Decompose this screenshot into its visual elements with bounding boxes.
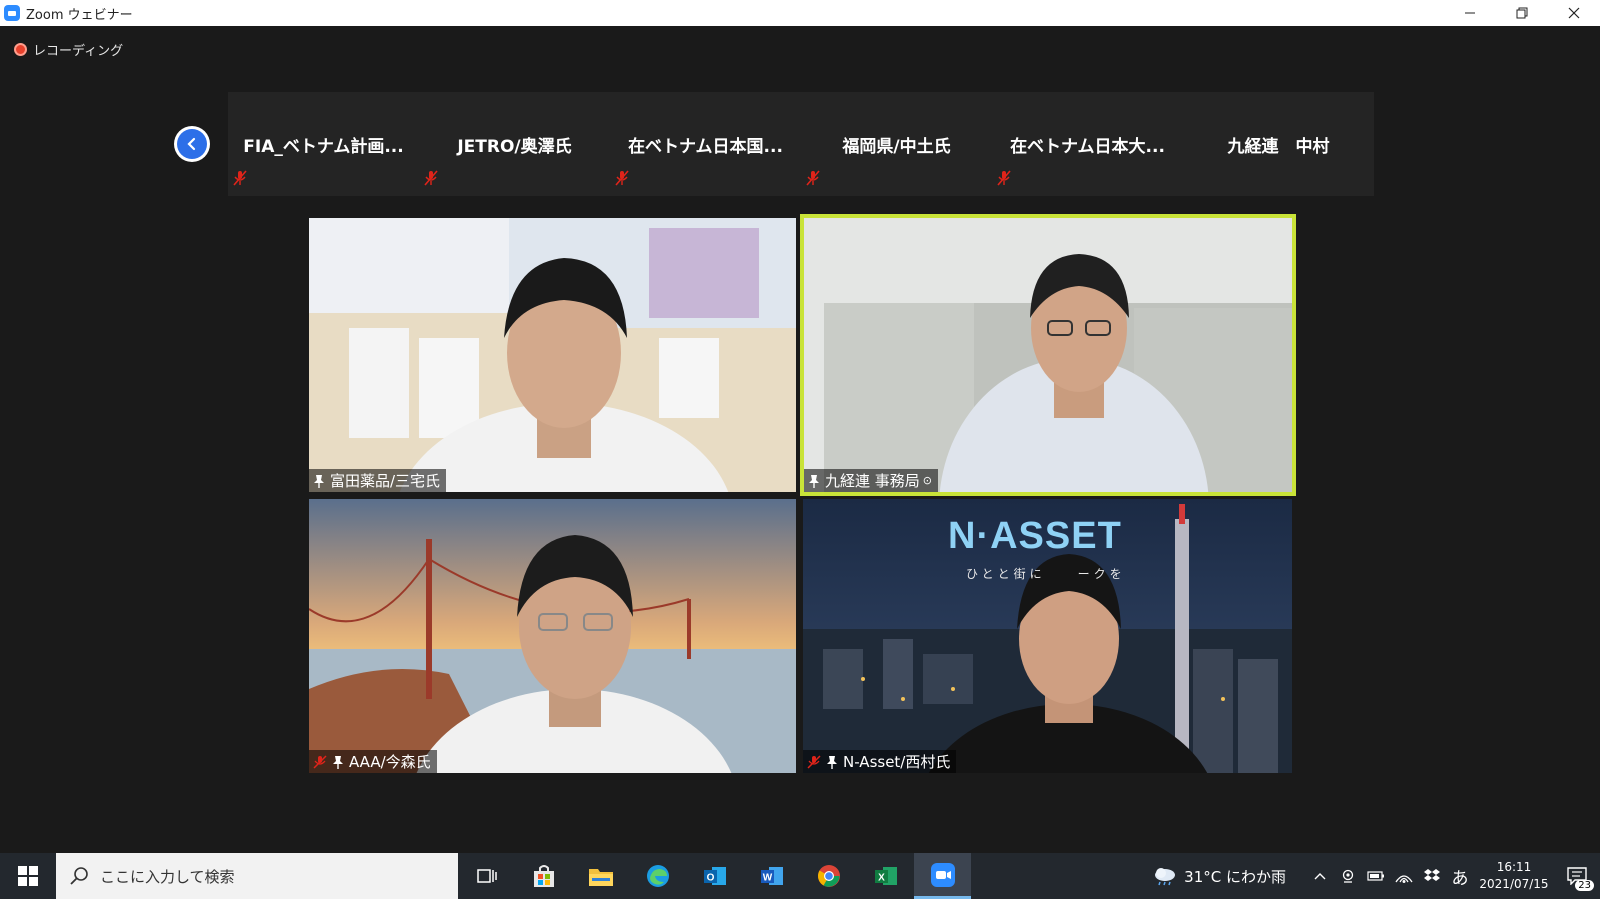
muted-mic-icon — [805, 170, 821, 190]
search-icon — [70, 867, 88, 885]
muted-mic-icon — [313, 754, 327, 769]
svg-text:O: O — [706, 873, 714, 884]
participant-name: AAA/今森氏 — [349, 753, 431, 771]
participant-tile[interactable]: 在ベトナム日本国... — [610, 92, 801, 196]
taskbar-app-edge[interactable] — [629, 853, 686, 899]
muted-mic-icon — [423, 170, 439, 190]
notification-count: 23 — [1575, 880, 1594, 891]
pin-icon — [808, 474, 820, 488]
window-title: Zoom ウェビナー — [26, 7, 133, 23]
zoom-logo-icon — [4, 5, 20, 21]
svg-text:W: W — [762, 873, 772, 884]
clock-date: 2021/07/15 — [1479, 877, 1549, 891]
host-badge-icon: ⊙ — [922, 474, 932, 487]
participant-name: JETRO/奥澤氏 — [457, 137, 572, 157]
folder-icon — [588, 869, 613, 886]
notification-center-button[interactable]: 23 — [1554, 853, 1600, 899]
participant-tile[interactable]: 九経連 中村 — [1183, 92, 1374, 196]
start-button[interactable] — [0, 853, 56, 899]
minimize-icon — [1465, 12, 1475, 14]
edge-icon — [646, 865, 669, 887]
strip-previous-button[interactable] — [174, 126, 210, 162]
video-nametag: 九経連 事務局 ⊙ — [804, 469, 938, 492]
ime-indicator[interactable]: あ — [1446, 853, 1474, 899]
video-nametag: N-Asset/西村氏 — [803, 750, 957, 773]
excel-icon: X — [874, 867, 897, 885]
webcam-icon[interactable] — [1334, 853, 1362, 899]
pin-icon — [826, 755, 838, 769]
pin-icon — [313, 474, 325, 488]
wifi-icon[interactable] — [1390, 853, 1418, 899]
taskbar-app-store[interactable] — [515, 853, 572, 899]
taskbar-app-word[interactable]: W — [743, 853, 800, 899]
close-icon — [1568, 7, 1580, 19]
windows-logo-icon — [18, 866, 38, 886]
taskbar-app-chrome[interactable] — [800, 853, 857, 899]
video-nametag: 富田薬品/三宅氏 — [309, 469, 447, 492]
video-feed — [309, 499, 796, 773]
muted-mic-icon — [232, 170, 248, 190]
recording-label: レコーディング — [33, 44, 124, 59]
restore-button[interactable] — [1496, 0, 1548, 26]
store-icon — [533, 865, 554, 887]
clock-time: 16:11 — [1496, 860, 1532, 874]
taskbar-app-excel[interactable]: X — [857, 853, 914, 899]
clock[interactable]: 16:11 2021/07/15 — [1474, 859, 1554, 893]
chevron-left-icon — [177, 129, 207, 159]
participant-name: N-Asset/西村氏 — [843, 753, 951, 771]
svg-text:X: X — [878, 873, 885, 884]
window-controls — [1444, 0, 1600, 26]
video-tile[interactable]: 富田薬品/三宅氏 — [309, 218, 796, 492]
weather-cloud-rain-icon[interactable] — [1152, 866, 1178, 886]
participant-strip: FIA_ベトナム計画... JETRO/奥澤氏 在ベトナム日本国... 福岡県/… — [228, 92, 1374, 196]
pin-icon — [332, 755, 344, 769]
muted-mic-icon — [614, 170, 630, 190]
participant-name: 在ベトナム日本国... — [628, 137, 783, 157]
restore-icon — [1516, 7, 1528, 19]
battery-icon[interactable] — [1362, 853, 1390, 899]
taskbar-app-outlook[interactable]: O — [686, 853, 743, 899]
taskbar-search-box[interactable]: ここに入力して検索 — [56, 853, 458, 899]
outlook-icon: O — [703, 867, 726, 885]
video-tile[interactable]: AAA/今森氏 — [309, 499, 796, 773]
recording-dot-icon — [14, 43, 27, 56]
close-button[interactable] — [1548, 0, 1600, 26]
muted-mic-icon — [807, 754, 821, 769]
chevron-up-icon[interactable] — [1306, 853, 1334, 899]
participant-tile[interactable]: JETRO/奥澤氏 — [419, 92, 610, 196]
word-icon: W — [760, 867, 783, 885]
windows-taskbar: ここに入力して検索 O W X 31°C にわか雨 あ 16:11 2021/0… — [0, 853, 1600, 899]
background-brand-logo: N·ASSET — [948, 515, 1122, 557]
participant-tile[interactable]: FIA_ベトナム計画... — [228, 92, 419, 196]
taskbar-app-file-explorer[interactable] — [572, 853, 629, 899]
task-view-button[interactable] — [458, 853, 515, 899]
background-tagline: ひとと街に ークを — [966, 567, 1126, 581]
video-tile-active-speaker[interactable]: 九経連 事務局 ⊙ — [800, 214, 1296, 496]
muted-mic-icon — [996, 170, 1012, 190]
chrome-icon — [817, 865, 840, 887]
participant-name: 九経連 中村 — [1227, 137, 1330, 157]
video-tile[interactable]: N·ASSET ひとと街に ークを N-Asset/西村氏 — [803, 499, 1292, 773]
minimize-button[interactable] — [1444, 0, 1496, 26]
participant-tile[interactable]: 福岡県/中土氏 — [801, 92, 992, 196]
participant-name: FIA_ベトナム計画... — [243, 137, 404, 157]
zoom-icon — [930, 862, 955, 887]
title-bar: Zoom ウェビナー — [0, 0, 1600, 26]
participant-name: 九経連 事務局 — [825, 472, 920, 490]
zoom-webinar-window: Zoom ウェビナー レコーディング FIA_ベトナム計画... JETRO/奥… — [0, 0, 1600, 853]
taskbar-app-zoom[interactable] — [914, 853, 971, 899]
video-feed — [804, 218, 1292, 492]
participant-name: 在ベトナム日本大... — [1010, 137, 1165, 157]
participant-name: 富田薬品/三宅氏 — [330, 472, 441, 490]
recording-indicator[interactable]: レコーディング — [14, 40, 123, 59]
weather-text[interactable]: 31°C にわか雨 — [1184, 866, 1286, 887]
search-placeholder: ここに入力して検索 — [100, 867, 235, 886]
task-view-icon — [476, 869, 497, 883]
video-nametag: AAA/今森氏 — [309, 750, 437, 773]
dropbox-icon[interactable] — [1418, 853, 1446, 899]
participant-name: 福岡県/中土氏 — [842, 137, 951, 157]
participant-tile[interactable]: 在ベトナム日本大... — [992, 92, 1183, 196]
system-tray: 31°C にわか雨 あ 16:11 2021/07/15 23 — [1152, 853, 1600, 899]
video-feed — [309, 218, 796, 492]
